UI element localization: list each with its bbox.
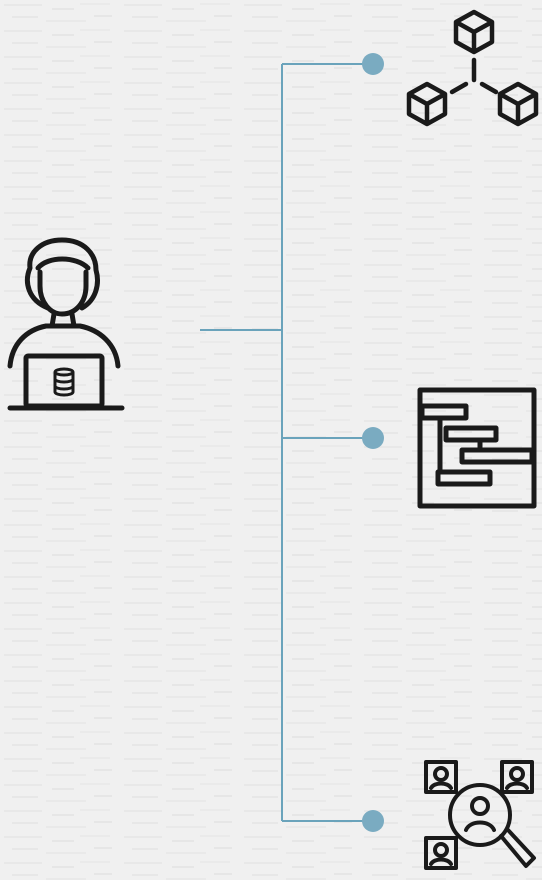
- node-dot-1: [362, 53, 384, 75]
- diagram-svg: [0, 0, 542, 880]
- node-dot-2: [362, 427, 384, 449]
- node-dot-3: [362, 810, 384, 832]
- diagram-canvas: [0, 0, 542, 880]
